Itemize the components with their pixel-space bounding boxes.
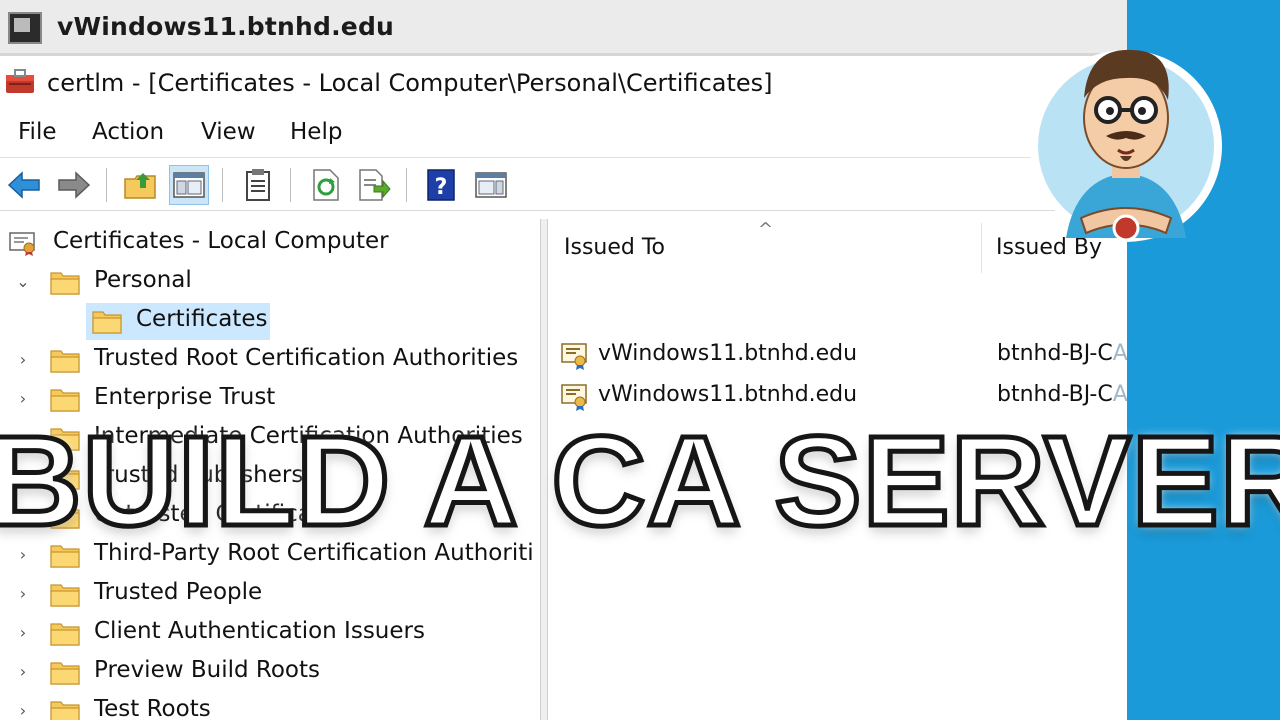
window-title-bar: certlm - [Certificates - Local Computer\… — [0, 59, 1127, 111]
folder-icon — [50, 623, 80, 646]
show-action-pane-icon — [475, 172, 507, 198]
chevron-down-icon[interactable]: ⌄ — [14, 273, 32, 291]
issued-by-cell: btnhd-BJ-CA01-CA — [997, 382, 1127, 407]
properties-button[interactable] — [238, 165, 278, 205]
chevron-right-icon[interactable]: › — [14, 663, 32, 681]
show-hide-tree-icon — [173, 172, 205, 198]
tree-node-trusted-people[interactable]: › Trusted People — [0, 575, 540, 614]
menu-view[interactable]: View — [201, 119, 256, 145]
folder-icon — [50, 350, 80, 373]
folder-icon — [50, 584, 80, 607]
folder-icon — [92, 311, 122, 334]
tree-node-trusted-root[interactable]: › Trusted Root Certification Authorities — [0, 341, 540, 380]
back-icon — [7, 171, 40, 199]
tree-node-client-auth-issuers[interactable]: › Client Authentication Issuers — [0, 614, 540, 653]
tree-node-certificates[interactable]: Certificates — [0, 302, 540, 341]
properties-icon — [246, 169, 270, 201]
refresh-button[interactable] — [306, 165, 346, 205]
export-list-button[interactable] — [354, 165, 394, 205]
tree-node-label: Certificates — [136, 306, 268, 332]
tree-node-label: Trusted People — [94, 579, 263, 605]
tree-node-test-roots[interactable]: › Test Roots — [0, 692, 540, 720]
menu-file[interactable]: File — [18, 119, 57, 145]
forward-button[interactable] — [54, 165, 94, 205]
certlm-window: certlm - [Certificates - Local Computer\… — [0, 59, 1127, 720]
vm-title-bar: vWindows11.btnhd.edu — [0, 0, 1127, 56]
list-item[interactable]: vWindows11.btnhd.edu btnhd-BJ-CA01-CA — [548, 337, 1127, 377]
tree-node-label: Test Roots — [94, 696, 211, 720]
vm-window-icon — [8, 12, 42, 44]
show-action-pane-button[interactable] — [471, 165, 511, 205]
chevron-right-icon[interactable]: › — [14, 624, 32, 642]
tree-node-label: Personal — [94, 267, 192, 293]
folder-icon — [50, 389, 80, 412]
menu-action[interactable]: Action — [92, 119, 164, 145]
certificate-icon — [561, 384, 587, 411]
back-button[interactable] — [4, 165, 44, 205]
window-title: certlm - [Certificates - Local Computer\… — [47, 69, 773, 97]
folder-icon — [50, 662, 80, 685]
certificates-snapin-icon — [9, 232, 35, 256]
tree-root[interactable]: Certificates - Local Computer — [0, 224, 540, 263]
sort-ascending-icon: ^ — [758, 219, 774, 240]
tree-node-label: Enterprise Trust — [94, 384, 276, 410]
certificate-toolbox-icon — [6, 69, 34, 93]
menu-bar: File Action View Help — [0, 111, 1127, 155]
tree-node-personal[interactable]: ⌄ Personal — [0, 263, 540, 302]
folder-icon — [50, 272, 80, 295]
issued-to-cell: vWindows11.btnhd.edu — [598, 341, 858, 366]
help-icon: ? — [427, 169, 455, 201]
chevron-right-icon[interactable]: › — [14, 702, 32, 720]
presenter-avatar — [1030, 49, 1222, 242]
tree-node-label: Client Authentication Issuers — [94, 618, 425, 644]
up-folder-icon — [124, 173, 156, 199]
issued-by-cell: btnhd-BJ-CA01-CA — [997, 341, 1127, 366]
column-header-issued-to[interactable]: Issued To — [564, 235, 665, 293]
chevron-right-icon[interactable]: › — [14, 585, 32, 603]
tree-node-preview-build-roots[interactable]: › Preview Build Roots — [0, 653, 540, 692]
up-one-level-button[interactable] — [120, 165, 160, 205]
svg-text:?: ? — [435, 175, 448, 200]
export-list-icon — [359, 169, 391, 201]
refresh-icon — [313, 169, 339, 201]
tree-root-label: Certificates - Local Computer — [53, 228, 389, 254]
vm-title: vWindows11.btnhd.edu — [57, 12, 395, 41]
show-hide-tree-button[interactable] — [169, 165, 209, 205]
overlay-headline: BUILD A CA SERVER — [0, 410, 1280, 553]
folder-icon — [50, 701, 80, 720]
issued-to-cell: vWindows11.btnhd.edu — [598, 382, 858, 407]
forward-icon — [58, 171, 91, 199]
tree-node-label: Preview Build Roots — [94, 657, 320, 683]
chevron-right-icon[interactable]: › — [14, 351, 32, 369]
chevron-right-icon[interactable]: › — [14, 390, 32, 408]
help-button[interactable]: ? — [421, 165, 461, 205]
certificate-icon — [561, 343, 587, 370]
menu-help[interactable]: Help — [290, 119, 342, 145]
tree-node-label: Trusted Root Certification Authorities — [94, 345, 519, 371]
toolbar: ? — [0, 157, 1127, 211]
